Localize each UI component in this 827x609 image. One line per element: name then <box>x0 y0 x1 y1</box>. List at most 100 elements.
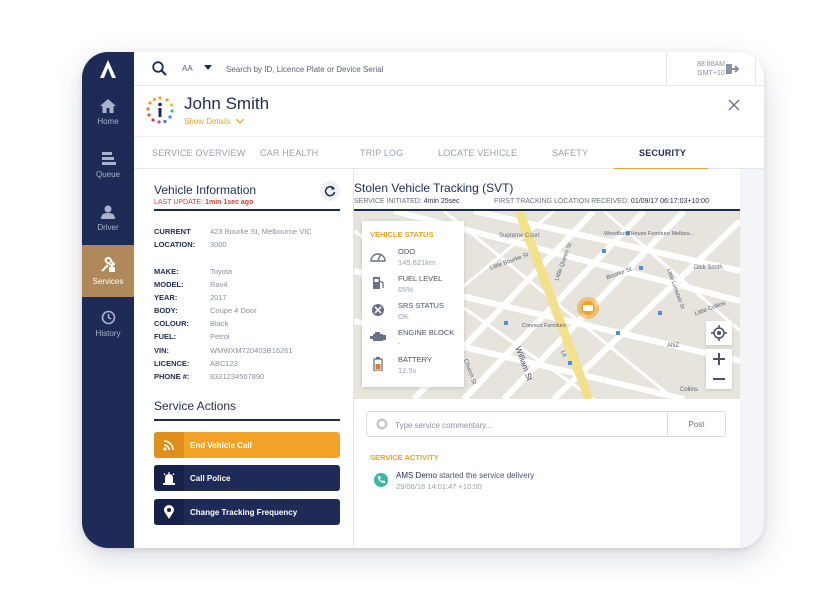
sidebar: Home Queue Driver Services History <box>82 52 134 548</box>
info-value: 8321234567890 <box>210 372 265 381</box>
zoom-controls <box>706 349 732 389</box>
search-icon[interactable] <box>152 61 167 76</box>
queue-icon <box>102 151 116 165</box>
logout-icon[interactable] <box>726 63 740 75</box>
close-icon[interactable] <box>728 99 740 111</box>
status-value: - <box>398 339 401 348</box>
vehicle-panel: Vehicle Information LAST UPDATE: 1min 1s… <box>134 169 354 548</box>
info-label: VIN: <box>154 346 169 355</box>
service-actions-title: Service Actions <box>154 399 237 413</box>
service-tabs: SERVICE OVERVIEW CAR HEALTH TRIP LOG LOC… <box>134 136 764 170</box>
sidebar-item-label: Driver <box>97 222 119 232</box>
info-value: ABC123 <box>210 359 238 368</box>
clock: 88:88AM GMT+10 <box>666 52 756 86</box>
tab-locate-vehicle[interactable]: LOCATE VEHICLE <box>438 148 517 158</box>
refresh-icon <box>324 185 336 197</box>
status-label: BATTERY <box>398 355 432 364</box>
tab-safety[interactable]: SAFETY <box>552 148 588 158</box>
map-label: Dick Smith <box>694 265 723 271</box>
map-label: Collins <box>680 387 699 393</box>
info-value: Petrol <box>210 332 230 341</box>
last-update: LAST UPDATE: 1min 1sec ago <box>154 199 253 206</box>
first-location-label: FIRST TRACKING LOCATION RECEIVED: <box>494 198 629 205</box>
button-label: Change Tracking Frequency <box>190 507 298 517</box>
info-label: COLOUR: <box>154 319 189 328</box>
show-details-link[interactable]: Show Details <box>184 117 245 126</box>
service-commentary-input[interactable] <box>395 418 655 432</box>
app-logo-icon[interactable] <box>82 52 134 86</box>
status-value: 12.5v <box>398 366 417 375</box>
map-label: Woodbury House Furniture Melbou... <box>604 231 695 237</box>
sidebar-item-label: History <box>95 329 121 338</box>
last-update-label: LAST UPDATE: <box>154 199 204 206</box>
search-scope-select[interactable]: AA <box>182 64 193 73</box>
change-tracking-frequency-button[interactable]: Change Tracking Frequency <box>154 499 340 525</box>
top-search-bar: AA 88:88AM GMT+10 <box>134 52 764 86</box>
fuel-pump-icon <box>373 277 384 289</box>
first-location-value: 01/09/17 06:17:03+10:00 <box>630 198 709 205</box>
info-value: Toyota <box>210 267 233 276</box>
sidebar-item-history[interactable]: History <box>82 298 134 350</box>
history-icon <box>101 310 115 325</box>
status-item-battery: BATTERY 12.5v <box>370 355 462 382</box>
chevron-down-icon <box>235 118 245 124</box>
zoom-out-icon[interactable] <box>706 369 732 389</box>
info-label: BODY: <box>154 306 178 315</box>
status-item-fuel: FUEL LEVEL 65% <box>370 274 462 301</box>
sidebar-item-label: Services <box>92 276 124 286</box>
post-button[interactable]: Post <box>667 412 725 436</box>
info-avatar-icon[interactable] <box>146 96 174 124</box>
section-divider <box>154 209 340 211</box>
call-police-button[interactable]: Call Police <box>154 465 340 491</box>
service-initiated-value: 4min 25sec <box>423 198 460 205</box>
svt-title: Stolen Vehicle Tracking (SVT) <box>354 181 514 195</box>
status-label: FUEL LEVEL <box>398 274 443 283</box>
activity-text: AMS Demo started the service delivery <box>396 471 534 480</box>
clock-timezone: GMT+10 <box>697 70 725 77</box>
activity-description: started the service delivery <box>439 471 535 480</box>
info-label: LICENCE: <box>154 359 190 368</box>
zoom-in-icon[interactable] <box>706 349 732 369</box>
map-label: Connect Furniture <box>522 323 567 329</box>
status-item-odo: ODO 145,621km <box>370 247 462 274</box>
tab-security[interactable]: SECURITY <box>639 148 686 158</box>
status-label: ODO <box>398 247 416 256</box>
tab-service-overview[interactable]: SERVICE OVERVIEW <box>152 148 245 158</box>
app-window: Home Queue Driver Services History AA 88… <box>82 52 764 548</box>
info-label: YEAR: <box>154 293 178 302</box>
refresh-button[interactable] <box>320 181 340 201</box>
vehicle-info-title: Vehicle Information <box>154 183 257 197</box>
service-initiated: SERVICE INITIATED: 4min 25sec <box>354 198 460 205</box>
main-content: Vehicle Information LAST UPDATE: 1min 1s… <box>134 169 764 548</box>
sidebar-item-services[interactable]: Services <box>82 245 134 297</box>
map-label: ANZ <box>667 343 679 349</box>
odometer-icon <box>370 253 386 262</box>
info-value: Black <box>210 319 229 328</box>
last-update-value: 1min 1sec ago <box>205 199 254 206</box>
service-activity-title: SERVICE ACTIVITY <box>370 453 439 462</box>
sidebar-item-driver[interactable]: Driver <box>82 192 134 244</box>
customer-name: John Smith <box>184 94 270 113</box>
activity-actor: AMS Demo <box>396 471 437 480</box>
comment-box: Post <box>366 411 726 437</box>
tracking-map[interactable]: Supreme Court Little Bourke St Little Qu… <box>354 211 740 399</box>
search-input[interactable] <box>226 61 606 77</box>
vehicle-status-card: VEHICLE STATUS ODO 145,621km FUEL LEVEL … <box>362 221 464 387</box>
sidebar-item-home[interactable]: Home <box>82 86 134 138</box>
tab-trip-log[interactable]: TRIP LOG <box>360 148 403 158</box>
recenter-button[interactable] <box>706 321 732 345</box>
end-vehicle-call-button[interactable]: End Vehicle Call <box>154 432 340 458</box>
status-value: 145,621km <box>398 258 436 267</box>
button-label: Call Police <box>190 473 231 483</box>
info-label: FUEL: <box>154 332 177 341</box>
tab-car-health[interactable]: CAR HEALTH <box>260 148 318 158</box>
home-icon <box>100 98 116 113</box>
chevron-down-icon[interactable] <box>204 65 212 71</box>
vehicle-status-title: VEHICLE STATUS <box>370 230 434 239</box>
status-item-engine: ENGINE BLOCK - <box>370 328 462 355</box>
sidebar-item-queue[interactable]: Queue <box>82 139 134 191</box>
customer-header: John Smith Show Details <box>134 86 764 136</box>
battery-icon <box>373 357 383 371</box>
police-siren-icon <box>154 465 184 491</box>
status-value: OK <box>398 312 409 321</box>
